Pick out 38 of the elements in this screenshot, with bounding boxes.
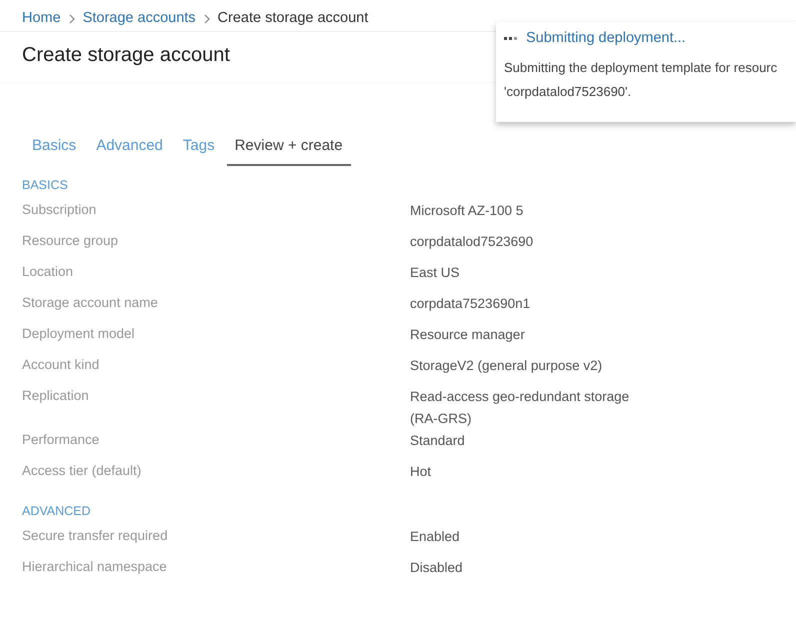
progress-dots-icon	[504, 36, 518, 42]
field-label: Hierarchical namespace	[21, 558, 168, 576]
field-value: Disabled	[410, 560, 463, 574]
field-value: East US	[410, 264, 460, 280]
field-label: Secure transfer required	[21, 526, 169, 545]
notification-detail: 'corpdatalod7523690'.	[504, 83, 632, 101]
chevron-icon	[204, 14, 210, 24]
field-value: Enabled	[410, 528, 460, 544]
field-label: Access tier (default)	[21, 462, 142, 480]
field-label: Account kind	[21, 356, 100, 374]
field-value: Hot	[410, 464, 432, 478]
tab[interactable]: Basics	[22, 133, 84, 166]
tab[interactable]: Advanced	[88, 133, 171, 166]
field-value: Standard	[410, 432, 465, 448]
field-label: Location	[21, 262, 74, 280]
field-value: StorageV2 (general purpose v2)	[410, 358, 602, 372]
tab[interactable]: Tags	[174, 133, 223, 166]
breadcrumb-link[interactable]: Storage accounts	[82, 8, 196, 30]
field-value: corpdata7523690n1	[410, 296, 530, 310]
field-value: Read-access geo-redundant storage (RA-GRS)	[410, 388, 630, 426]
page-title: Create storage account	[22, 43, 230, 67]
field-label: Deployment model	[21, 324, 136, 343]
field-label: Performance	[21, 430, 100, 448]
notification-title: Submitting deployment...	[526, 29, 686, 48]
field-label: Subscription	[21, 200, 98, 219]
field-label: Replication	[21, 386, 90, 405]
breadcrumb-link[interactable]: Home	[22, 8, 61, 30]
field-label: Storage account name	[21, 294, 159, 312]
section-heading: ADVANCED	[21, 502, 92, 520]
chevron-icon	[68, 14, 75, 24]
field-value: Resource manager	[410, 326, 525, 342]
field-value: corpdatalod7523690	[410, 234, 534, 248]
field-label: Resource group	[21, 232, 120, 250]
section-heading: BASICS	[21, 176, 69, 194]
breadcrumb-current: Create storage account	[218, 8, 368, 28]
notification-message: Submitting the deployment template for resourc	[504, 58, 778, 77]
field-value: Microsoft AZ-100 5	[410, 202, 524, 218]
tab[interactable]: Review + create	[226, 133, 351, 166]
